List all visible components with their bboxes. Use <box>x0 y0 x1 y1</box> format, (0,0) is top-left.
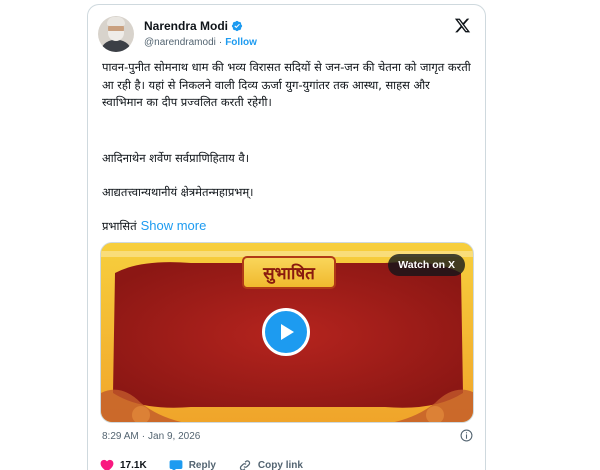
show-more-link[interactable]: Show more <box>141 218 207 233</box>
tweet-time: 8:29 AM <box>102 431 139 442</box>
subhashit-banner: सुभाषित <box>242 256 336 289</box>
reply-icon <box>169 460 183 470</box>
author-handle[interactable]: @narendramodi <box>144 37 216 48</box>
verified-badge-icon <box>231 20 243 32</box>
watch-on-x-button[interactable]: Watch on X <box>388 254 465 276</box>
link-icon <box>239 460 251 470</box>
author-name[interactable]: Narendra Modi <box>144 19 228 33</box>
handle-row: @narendramodi · Follow <box>144 37 257 48</box>
like-button[interactable]: 17.1K <box>100 459 147 470</box>
x-logo-icon[interactable] <box>454 17 471 34</box>
author-name-row: Narendra Modi <box>144 18 243 34</box>
tweet-paragraph-4-text: प्रभासितं <box>102 219 137 233</box>
tweet-date: Jan 9, 2026 <box>148 431 201 442</box>
tweet-header: Narendra Modi @narendramodi · Follow <box>88 5 485 57</box>
copy-link-button[interactable]: Copy link <box>238 459 303 470</box>
separator-dot: · <box>218 37 223 48</box>
play-icon <box>281 324 294 340</box>
info-icon[interactable] <box>460 429 473 442</box>
video-player[interactable]: सुभाषित Watch on X <box>100 242 474 423</box>
meta-separator: · <box>141 431 146 442</box>
avatar[interactable] <box>98 16 134 52</box>
tweet-paragraph-3: आद्यतत्त्वान्यथानीयं क्षेत्रमेतन्महाप्रभ… <box>102 185 254 199</box>
copy-link-label: Copy link <box>257 460 303 470</box>
action-bar: 17.1K Reply Copy link <box>100 459 325 470</box>
tweet-paragraph-2: आदिनाथेन शर्वेण सर्वप्राणिहिताय वै। <box>102 151 250 165</box>
tweet-paragraph-4: प्रभासितं Show more <box>102 217 206 236</box>
tweet-text: पावन-पुनीत सोमनाथ धाम की भव्य विरासत सदि… <box>102 59 472 233</box>
follow-button[interactable]: Follow <box>225 37 257 48</box>
reply-button[interactable]: Reply <box>169 459 216 470</box>
like-count: 17.1K <box>120 460 147 470</box>
reply-label: Reply <box>188 460 216 470</box>
heart-icon <box>100 459 114 470</box>
tweet-card: Narendra Modi @narendramodi · Follow पाव… <box>87 4 486 470</box>
tweet-paragraph-1: पावन-पुनीत सोमनाथ धाम की भव्य विरासत सदि… <box>102 60 471 109</box>
tweet-timestamp[interactable]: 8:29 AM · Jan 9, 2026 <box>102 431 200 442</box>
play-button[interactable] <box>262 308 310 356</box>
